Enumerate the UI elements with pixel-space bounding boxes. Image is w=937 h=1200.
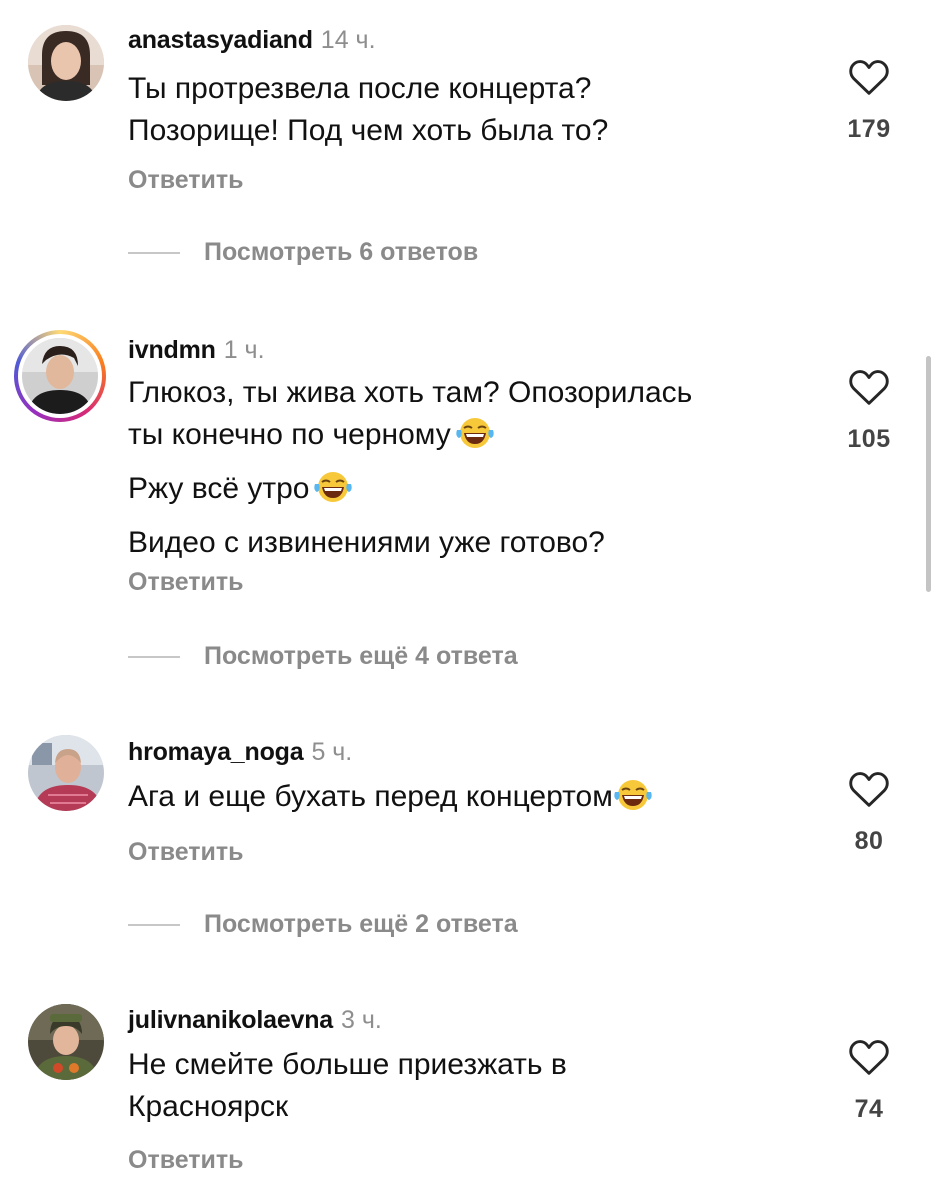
- like-count: 179: [847, 115, 891, 143]
- heart-icon[interactable]: [847, 768, 891, 808]
- like-control: 80: [846, 768, 892, 856]
- timestamp: 1 ч.: [223, 336, 265, 364]
- like-control: 105: [846, 366, 892, 454]
- comment-text: Ага и еще бухать перед концертом: [128, 776, 828, 824]
- view-replies-label: Посмотреть ещё 2 ответа: [204, 910, 518, 938]
- avatar[interactable]: [28, 735, 104, 811]
- avatar[interactable]: [28, 1004, 104, 1080]
- reply-button[interactable]: Ответить: [128, 1146, 244, 1175]
- view-replies-button[interactable]: Посмотреть 6 ответов: [128, 238, 478, 267]
- view-replies-label: Посмотреть ещё 4 ответа: [204, 642, 518, 670]
- comment-line: ты конечно по черному: [128, 414, 828, 462]
- comment-line: Позорище! Под чем хоть была то?: [128, 114, 609, 147]
- reply-button[interactable]: Ответить: [128, 568, 244, 597]
- username[interactable]: julivnanikolaevna: [128, 1006, 333, 1034]
- like-control: 74: [846, 1036, 892, 1124]
- like-count: 74: [854, 1095, 884, 1123]
- heart-icon[interactable]: [847, 56, 891, 96]
- comment-line: Ты протрезвела после концерта?: [128, 72, 592, 105]
- comment-line: Не смейте больше приезжать в: [128, 1048, 567, 1081]
- heart-icon[interactable]: [847, 366, 891, 406]
- scrollbar[interactable]: [926, 356, 931, 592]
- divider: [128, 251, 180, 254]
- reply-button[interactable]: Ответить: [128, 838, 244, 867]
- timestamp: 5 ч.: [311, 738, 353, 766]
- comment-line: Красноярск: [128, 1090, 289, 1123]
- username[interactable]: ivndmn: [128, 336, 216, 364]
- username[interactable]: hromaya_noga: [128, 738, 304, 766]
- view-replies-button[interactable]: Посмотреть ещё 4 ответа: [128, 642, 518, 671]
- comment-text: Ты протрезвела после концерта? Позорище!…: [128, 68, 828, 152]
- divider: [128, 923, 180, 926]
- view-replies-label: Посмотреть 6 ответов: [204, 238, 479, 266]
- laughing-tears-emoji: [613, 778, 653, 824]
- like-count: 105: [847, 425, 891, 453]
- laughing-tears-emoji: [313, 470, 353, 516]
- comment-text: Не смейте больше приезжать в Красноярск: [128, 1044, 828, 1128]
- avatar[interactable]: [22, 338, 98, 414]
- comment-text: Глюкоз, ты жива хоть там? Опозорилась ты…: [128, 372, 828, 564]
- comment-line: Ага и еще бухать перед концертом: [128, 776, 828, 824]
- timestamp: 14 ч.: [320, 26, 376, 54]
- story-ring[interactable]: [14, 330, 106, 422]
- like-control: 179: [846, 56, 892, 144]
- heart-icon[interactable]: [847, 1036, 891, 1076]
- divider: [128, 655, 180, 658]
- avatar[interactable]: [28, 25, 104, 101]
- like-count: 80: [854, 827, 884, 855]
- laughing-tears-emoji: [455, 416, 495, 462]
- view-replies-button[interactable]: Посмотреть ещё 2 ответа: [128, 910, 518, 939]
- reply-button[interactable]: Ответить: [128, 166, 244, 195]
- comment-line: Видео с извинениями уже готово?: [128, 526, 605, 559]
- timestamp: 3 ч.: [341, 1006, 382, 1034]
- username[interactable]: anastasyadiand: [128, 26, 313, 54]
- comment-line: Ржу всё утро: [128, 468, 828, 516]
- comment-line: Глюкоз, ты жива хоть там? Опозорилась: [128, 376, 693, 409]
